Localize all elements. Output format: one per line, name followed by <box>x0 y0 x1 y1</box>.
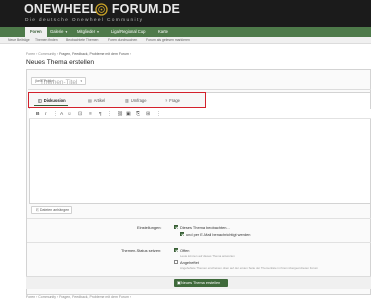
nav-item-foren[interactable]: Foren <box>25 27 47 37</box>
table-button[interactable]: ⊞ <box>146 112 150 117</box>
site-header: ONEWHEEL FORUM.DE Die deutsche Onewheel C… <box>0 0 371 27</box>
subnav-new-posts[interactable]: Neue Beiträge <box>8 37 30 44</box>
nav-item-karte[interactable]: Karte <box>158 27 168 37</box>
poll-icon: ▥ <box>125 98 129 103</box>
insert-image-button[interactable]: ⊡ <box>78 112 82 117</box>
subnav-search-forums[interactable]: Foren durchsuchen <box>108 37 137 44</box>
article-icon: ▤ <box>88 98 92 103</box>
more-insert-options-icon[interactable]: ⋮ <box>156 112 161 117</box>
sticky-checkbox[interactable] <box>174 260 178 264</box>
chevron-down-icon: ▾ <box>97 30 99 34</box>
breadcrumb: Foren › Community › Fragen, Feedback, Pr… <box>26 52 132 56</box>
subnav-watched-threads[interactable]: Beobachtete Themen <box>66 37 98 44</box>
question-icon: ? <box>165 98 168 103</box>
tab-diskussion[interactable]: ◫ Diskussion <box>38 97 66 104</box>
tab-artikel[interactable]: ▤ Artikel <box>88 97 105 104</box>
breadcrumb-item[interactable]: Foren <box>26 52 35 56</box>
status-label: Themen-Status setzen: <box>121 248 162 253</box>
open-checkbox[interactable] <box>174 248 178 252</box>
attach-files-button[interactable]: ⎘ Dateien anhängen <box>31 206 72 214</box>
open-hint: Leute können auf dieses Thema antworten <box>180 254 235 258</box>
main-nav: Foren Galerie ▾ Mitglieder ▾ Liga/Regional… <box>0 27 371 37</box>
paragraph-button[interactable]: ¶ <box>99 112 102 117</box>
site-tagline: Die deutsche Onewheel Community <box>25 18 144 23</box>
divider <box>28 89 371 90</box>
divider <box>27 242 371 243</box>
sticky-hint: Angeheftete Themen erscheinen oben auf d… <box>180 266 319 270</box>
footer-breadcrumb: Foren › Community › Fragen, Feedback, Pr… <box>26 295 132 299</box>
text-color-button[interactable]: A <box>60 112 63 117</box>
bold-button[interactable]: B <box>36 112 39 117</box>
email-notify-label: und per E-Mail benachrichtigt werden <box>186 232 251 237</box>
nav-item-liga[interactable]: Liga/Regional Cup <box>111 27 145 37</box>
wheel-icon <box>95 3 108 16</box>
tab-frage[interactable]: ? Frage <box>165 97 180 104</box>
breadcrumb-item[interactable]: Foren <box>26 295 35 299</box>
tab-umfrage[interactable]: ▥ Umfrage <box>125 97 146 104</box>
create-thread-button[interactable]: ▣ Neues Thema erstellen <box>174 279 228 287</box>
save-icon: ▣ <box>177 281 181 285</box>
watch-thread-checkbox[interactable] <box>174 225 178 229</box>
open-label: Offen <box>180 248 190 253</box>
paperclip-icon: ⎘ <box>36 208 39 212</box>
link-button[interactable]: ⛓ <box>117 112 123 117</box>
options-label: Einstellungen: <box>137 225 162 230</box>
emoji-button[interactable]: ☺ <box>67 112 72 117</box>
nav-item-mitglieder[interactable]: Mitglieder ▾ <box>77 27 99 37</box>
breadcrumb-item[interactable]: Community <box>38 295 56 299</box>
align-button[interactable]: ≡ <box>89 112 92 117</box>
subnav-find-threads[interactable]: Themen finden <box>35 37 58 44</box>
media-button[interactable]: ▣ <box>126 112 131 117</box>
comments-icon: ◫ <box>38 98 42 103</box>
sticky-label: Angeheftet <box>180 260 199 265</box>
page-title: Neues Thema erstellen <box>26 59 95 66</box>
more-text-options-icon[interactable]: ⋮ <box>53 112 58 117</box>
breadcrumb-item[interactable]: Fragen, Feedback, Probleme mit dem Forum <box>59 52 129 56</box>
watch-thread-label: Dieses Thema beobachten... <box>180 225 230 230</box>
quote-button[interactable]: ⎘ <box>136 112 140 117</box>
site-logo[interactable]: ONEWHEEL FORUM.DE Die deutsche Onewheel C… <box>24 2 184 26</box>
subnav-mark-read[interactable]: Forum als gelesen markieren <box>146 37 190 44</box>
thread-title-input[interactable] <box>40 78 370 86</box>
active-tab-indicator <box>34 105 68 106</box>
breadcrumb-item[interactable]: Fragen, Feedback, Probleme mit dem Forum <box>59 295 129 299</box>
italic-button[interactable]: I <box>45 112 46 117</box>
sub-nav: Neue Beiträge Themen finden Beobachtete … <box>0 37 371 44</box>
breadcrumb-item[interactable]: Community <box>38 52 56 56</box>
email-notify-checkbox[interactable] <box>180 232 184 236</box>
nav-item-galerie[interactable]: Galerie ▾ <box>50 27 67 37</box>
more-paragraph-options-icon[interactable]: ⋮ <box>107 112 112 117</box>
divider <box>27 218 371 219</box>
chevron-down-icon: ▾ <box>65 30 68 34</box>
